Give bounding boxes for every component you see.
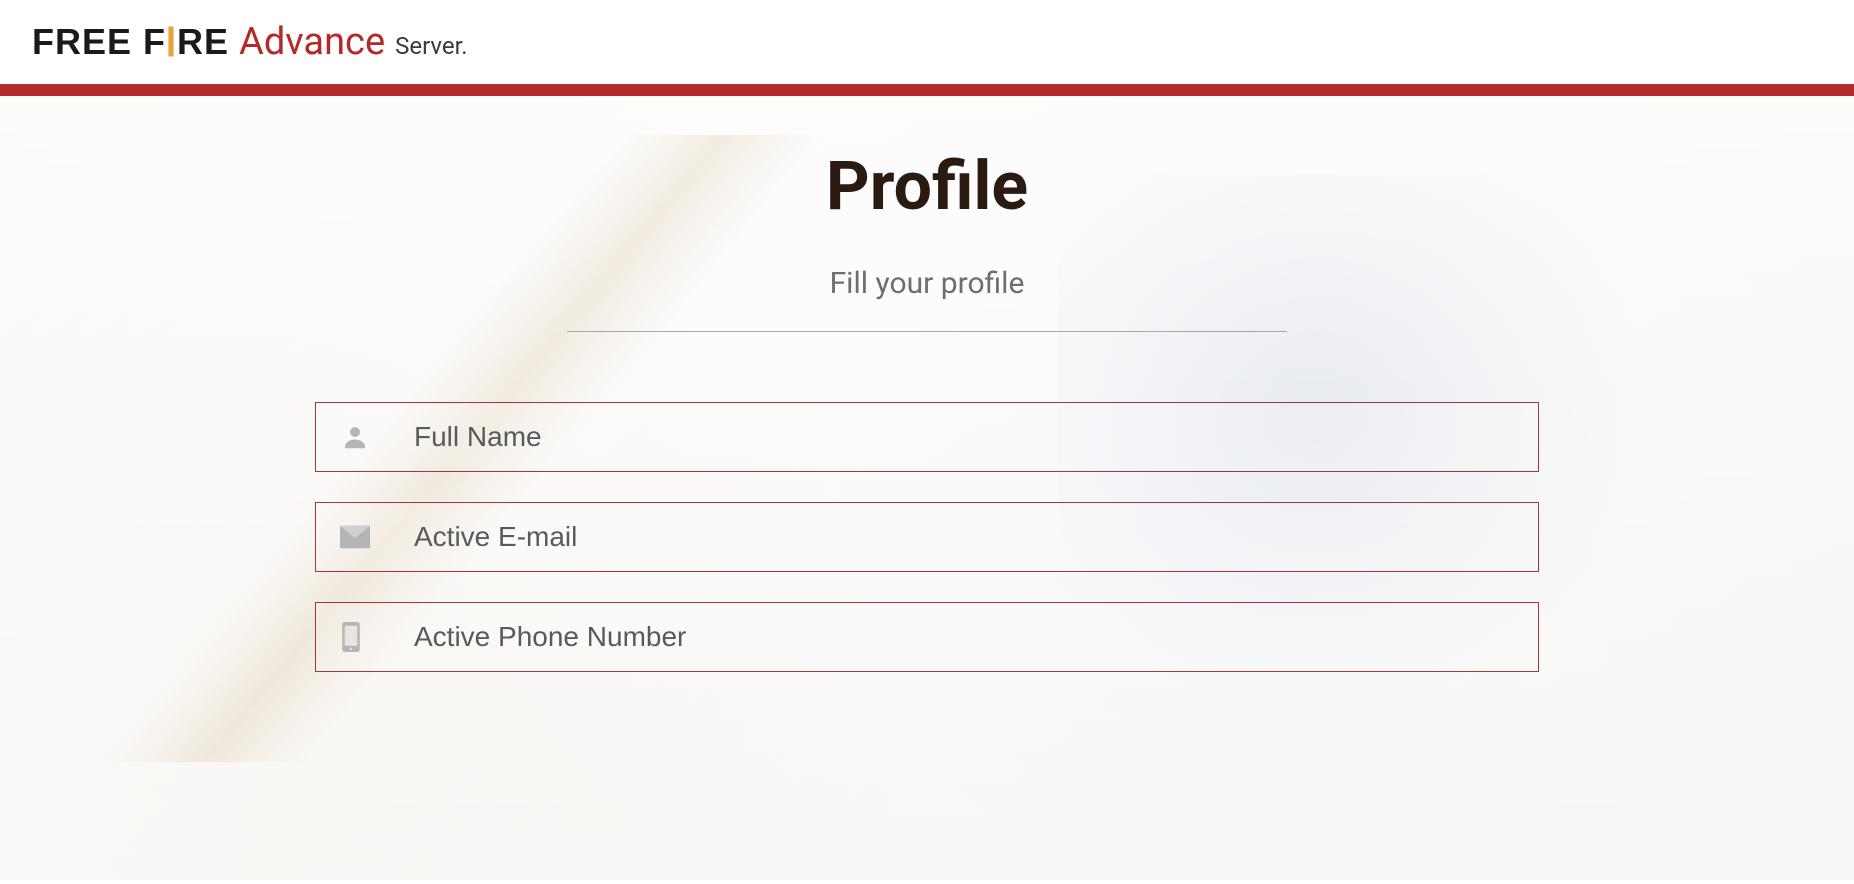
logo: FREE FIRE Advance Server. xyxy=(32,20,468,64)
logo-advance: Advance xyxy=(239,20,385,64)
full-name-input[interactable] xyxy=(390,421,1514,453)
page-subtitle: Fill your profile xyxy=(0,266,1854,301)
subtitle-divider xyxy=(567,331,1287,332)
header: FREE FIRE Advance Server. xyxy=(0,0,1854,84)
envelope-icon xyxy=(340,525,390,549)
logo-freefire: FREE FIRE xyxy=(32,21,229,63)
phone-icon xyxy=(340,622,390,652)
logo-text-re: RE xyxy=(177,21,229,63)
email-input[interactable] xyxy=(390,521,1514,553)
phone-input[interactable] xyxy=(390,621,1514,653)
main-content: Profile Fill your profile xyxy=(0,96,1854,880)
profile-form xyxy=(315,402,1539,672)
logo-text-free-f: FREE F xyxy=(32,21,166,63)
logo-flame-icon: I xyxy=(166,17,177,67)
header-divider-bar xyxy=(0,84,1854,96)
logo-server: Server. xyxy=(395,32,468,60)
full-name-row[interactable] xyxy=(315,402,1539,472)
phone-row[interactable] xyxy=(315,602,1539,672)
person-icon xyxy=(340,422,390,452)
page-title: Profile xyxy=(0,146,1854,226)
email-row[interactable] xyxy=(315,502,1539,572)
